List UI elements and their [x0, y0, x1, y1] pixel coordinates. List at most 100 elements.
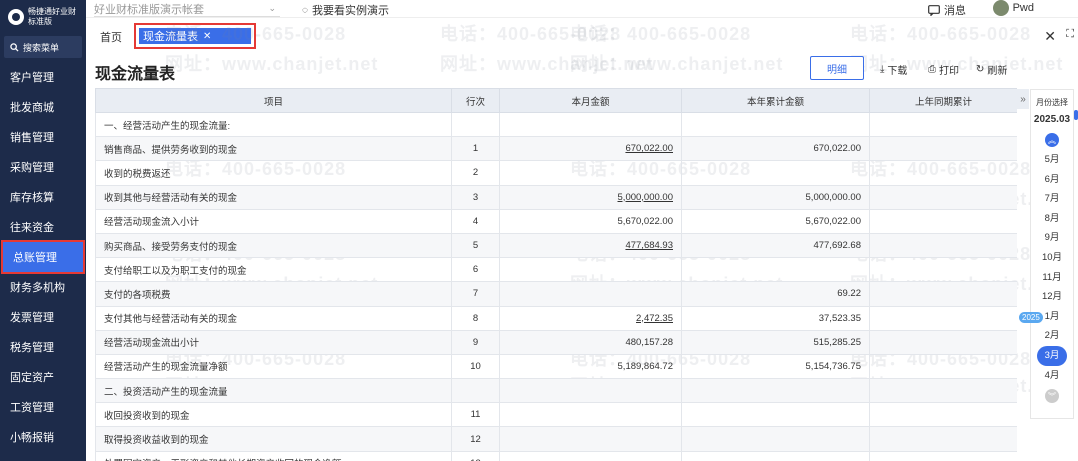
month-option[interactable]: 7月	[1031, 189, 1073, 209]
cell-month[interactable]: 670,022.00	[499, 136, 682, 162]
cell-prev	[869, 111, 1017, 138]
column-header-prev-year: 上年同期累计	[869, 88, 1017, 113]
cell-month[interactable]: 477,684.93	[499, 232, 682, 259]
month-option[interactable]: 3月	[1037, 345, 1067, 366]
demo-link-label: 我要看实例演示	[311, 5, 389, 17]
month-option[interactable]: 5月	[1031, 150, 1073, 170]
sidebar-item[interactable]: 工资管理	[0, 392, 86, 422]
page-title: 现金流量表	[95, 66, 176, 83]
cell-month	[499, 426, 682, 452]
sidebar-item[interactable]: 销售管理	[0, 122, 86, 152]
month-option[interactable]: 6月	[1031, 170, 1073, 190]
printer-icon: ⎙	[928, 64, 936, 75]
chevron-up-icon[interactable]: ︽	[1045, 133, 1059, 147]
refresh-button[interactable]: ↻ 刷新	[976, 62, 1007, 77]
sidebar-item[interactable]: 库存核算	[0, 182, 86, 212]
month-option[interactable]: 8月	[1031, 209, 1073, 229]
cell-line: 6	[451, 257, 500, 283]
cell-month[interactable]: 2,472.35	[499, 305, 682, 331]
cell-prev	[869, 426, 1017, 452]
cell-prev	[869, 281, 1017, 307]
amount-link[interactable]: 477,684.93	[625, 240, 673, 251]
cell-month: 5,189,864.72	[499, 353, 682, 380]
chevron-down-icon[interactable]: ︾	[1045, 389, 1059, 404]
cell-month	[499, 160, 682, 186]
download-label: 下载	[887, 66, 908, 77]
cell-item: 收到的税费返还	[95, 160, 452, 186]
cell-line: 13	[451, 450, 500, 461]
sidebar-item[interactable]: 税务管理	[0, 332, 86, 362]
cell-prev	[869, 208, 1017, 234]
sidebar-item[interactable]: 往来资金	[0, 212, 86, 242]
sidebar-item[interactable]: 固定资产	[0, 362, 86, 392]
month-option[interactable]: 11月	[1031, 268, 1073, 288]
cell-year	[681, 160, 870, 186]
cell-line: 7	[451, 281, 500, 307]
sidebar-item[interactable]: 财务多机构	[0, 272, 86, 302]
year-badge: 2025	[1019, 312, 1043, 323]
search-menu-button[interactable]: 搜索菜单	[4, 36, 82, 58]
avatar	[992, 0, 1009, 16]
table-row: 二、投资活动产生的现金流量	[95, 378, 1017, 404]
cell-year: 5,670,022.00	[681, 208, 870, 234]
month-option[interactable]: 2月	[1031, 326, 1073, 346]
sidebar-item[interactable]: 批发商城	[0, 92, 86, 122]
tab-cash-flow-label: 现金流量表	[143, 31, 198, 43]
brand-name: 畅捷通好业财	[28, 7, 76, 16]
sidebar-item[interactable]: 客户管理	[0, 62, 86, 92]
month-option[interactable]: 12月	[1031, 287, 1073, 307]
cell-line: 1	[451, 136, 500, 162]
month-option[interactable]: 9月	[1031, 228, 1073, 248]
sidebar-item[interactable]: 采购管理	[0, 152, 86, 182]
account-select[interactable]: 好业财标准版演示帐套 ⌄	[94, 1, 280, 17]
tab-cash-flow[interactable]: 现金流量表 ✕	[134, 23, 256, 49]
month-option[interactable]: 10月	[1031, 248, 1073, 268]
cell-item: 支付的各项税费	[95, 281, 452, 307]
sidebar-item-label: 往来资金	[10, 222, 54, 234]
user-name: Pwd	[1012, 2, 1034, 14]
fullscreen-icon[interactable]: ⛶	[1066, 28, 1074, 41]
sidebar-item[interactable]: 发票管理	[0, 302, 86, 332]
print-button[interactable]: ⎙ 打印	[928, 62, 959, 77]
column-header-item: 项目	[95, 88, 452, 113]
sidebar-item[interactable]: 总账管理	[1, 240, 85, 274]
print-label: 打印	[939, 66, 959, 77]
cell-prev	[869, 402, 1017, 428]
cell-line: 12	[451, 426, 500, 452]
cell-year: 5,000,000.00	[681, 184, 870, 210]
collapse-panel-button[interactable]: »	[1017, 89, 1029, 109]
cell-item: 购买商品、接受劳务支付的现金	[95, 232, 452, 259]
table-row: 经营活动现金流入小计 4 5,670,022.00 5,670,022.00	[95, 208, 1017, 234]
detail-button[interactable]: 明细	[810, 56, 864, 80]
cell-prev	[869, 136, 1017, 162]
chevron-down-icon: ⌄	[268, 3, 276, 13]
month-option[interactable]: 4月	[1031, 366, 1073, 386]
sidebar-item-label: 销售管理	[10, 132, 54, 144]
cell-item: 经营活动现金流出小计	[95, 329, 452, 355]
close-icon[interactable]: ✕	[203, 31, 211, 42]
messages-button[interactable]: 消息	[928, 2, 966, 18]
sidebar-item[interactable]: 小畅报销	[0, 422, 86, 452]
cell-year	[681, 450, 870, 461]
cell-line: 5	[451, 232, 500, 259]
scroll-indicator[interactable]	[1074, 110, 1078, 120]
tab-home[interactable]: 首页	[100, 29, 122, 45]
cell-month	[499, 257, 682, 283]
cell-month[interactable]: 5,000,000.00	[499, 184, 682, 210]
user-menu[interactable]: Pwd	[992, 0, 1034, 16]
table-row: 支付给职工以及为职工支付的现金 6	[95, 257, 1017, 283]
column-header-year: 本年累计金额	[681, 88, 870, 113]
download-button[interactable]: ⤓ 下载	[880, 62, 907, 77]
amount-link[interactable]: 5,000,000.00	[618, 192, 673, 203]
demo-link[interactable]: ◌ 我要看实例演示	[302, 2, 389, 18]
amount-link[interactable]: 2,472.35	[636, 313, 673, 324]
column-header-month: 本月金额	[499, 88, 682, 113]
amount-link[interactable]: 670,022.00	[625, 143, 673, 154]
sidebar-item-label: 客户管理	[10, 72, 54, 84]
cell-item: 销售商品、提供劳务收到的现金	[95, 136, 452, 162]
close-window-icon[interactable]: ✕	[1044, 28, 1056, 45]
cell-item: 支付给职工以及为职工支付的现金	[95, 257, 452, 283]
cell-year	[681, 378, 870, 404]
cell-prev	[869, 184, 1017, 210]
brand: 畅捷通好业财 标准版	[0, 0, 86, 34]
